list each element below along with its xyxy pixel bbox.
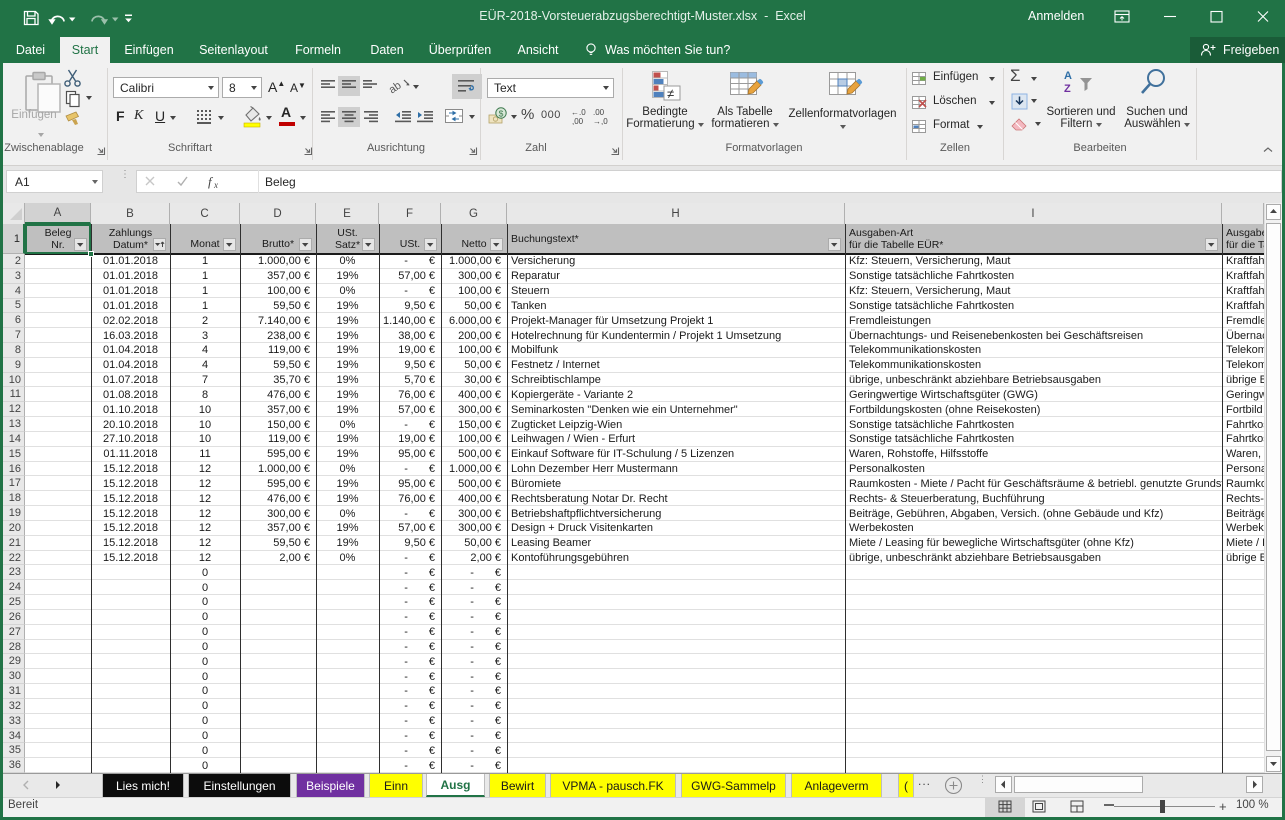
svg-text:≠: ≠ <box>667 86 674 101</box>
svg-text:.00: .00 <box>593 108 605 117</box>
svg-text:Z: Z <box>1064 83 1071 95</box>
svg-text:ab: ab <box>388 80 404 96</box>
svg-text:,00: ,00 <box>572 117 584 126</box>
svg-text:A: A <box>1064 70 1072 82</box>
svg-text:$: $ <box>499 108 504 118</box>
svg-text:x: x <box>213 180 218 190</box>
svg-text:→,0: →,0 <box>593 117 608 126</box>
svg-text:←.0: ←.0 <box>571 108 586 117</box>
